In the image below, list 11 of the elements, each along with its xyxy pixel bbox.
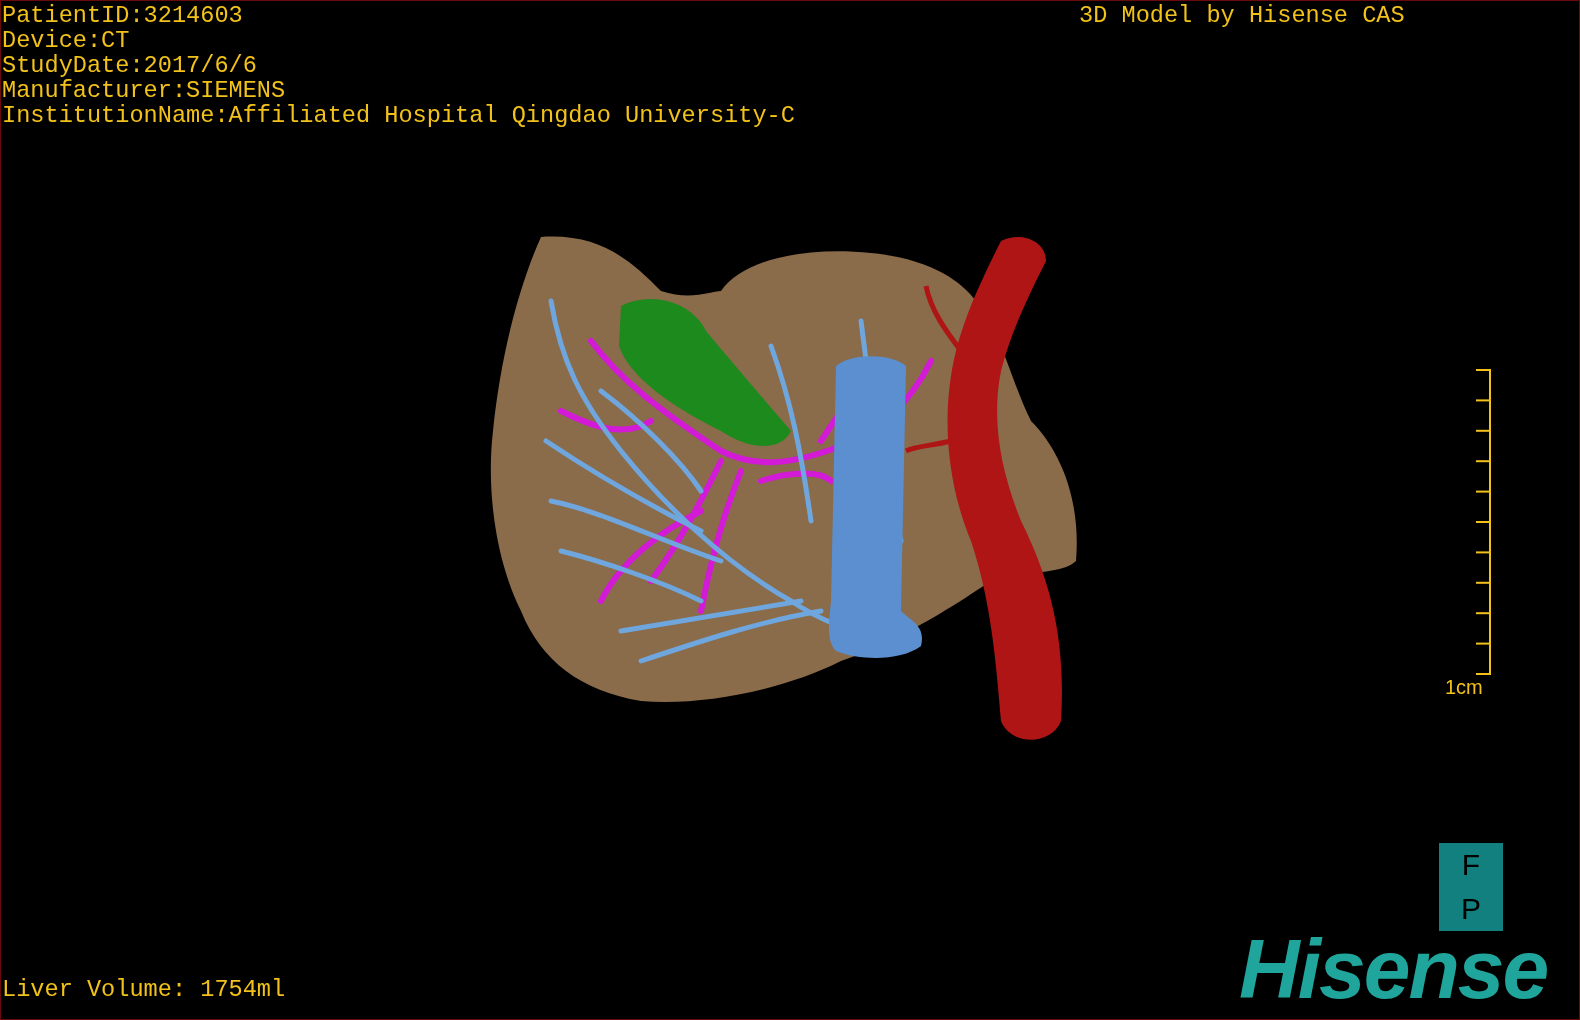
- logo-letter: P: [1461, 893, 1481, 925]
- model-title: 3D Model by Hisense CAS: [1079, 3, 1405, 28]
- patient-info-text: Device:CT: [2, 28, 131, 53]
- patient-info-text: PatientID:3214603: [2, 3, 244, 28]
- patient-info-text: Manufacturer:SIEMENS: [2, 78, 287, 103]
- patient-info-text: InstitutionName:Affiliated Hospital Qingdao University-C: [2, 103, 795, 128]
- brand-logo: Hisense: [1239, 927, 1548, 1011]
- scale-label: 1cm: [1445, 675, 1483, 699]
- liver-volume-text: Liver Volume: 1754ml: [2, 977, 286, 1002]
- logo-letter: F: [1461, 849, 1481, 881]
- patient-info-text: StudyDate:2017/6/6: [2, 53, 258, 78]
